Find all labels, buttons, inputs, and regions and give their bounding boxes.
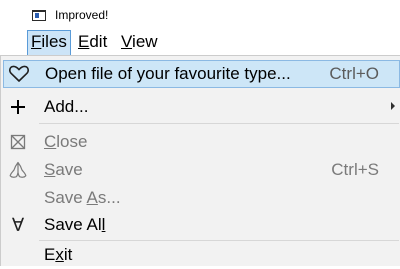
menu-item-save-as[interactable]: Save As...: [1, 184, 400, 212]
menu-files[interactable]: Files: [27, 30, 71, 56]
app-window-icon: [32, 10, 46, 21]
menu-item-open-file[interactable]: Open file of your favourite type... Ctrl…: [3, 60, 400, 88]
menu-files-label-rest: iles: [41, 32, 67, 51]
menu-files-mnemonic: F: [31, 32, 42, 51]
menu-item-save-as-label-post: s...: [97, 188, 121, 207]
menu-view-mnemonic: V: [121, 32, 133, 51]
window-title: Improved!: [55, 8, 109, 22]
submenu-arrow-icon: [391, 102, 395, 110]
menu-item-save-all[interactable]: ∀ Save All: [1, 211, 400, 239]
menu-item-exit[interactable]: Exit: [1, 241, 400, 269]
menu-item-add[interactable]: Add...: [1, 93, 400, 121]
menu-item-exit-mnemonic: x: [55, 245, 64, 264]
menu-item-save-all-mnemonic: l: [101, 215, 106, 234]
for-all-icon: ∀: [11, 215, 25, 235]
plus-icon: [7, 97, 29, 117]
menu-edit[interactable]: Edit: [74, 30, 111, 56]
menu-item-close[interactable]: Close: [1, 128, 400, 156]
menu-item-close-label-post: lose: [56, 132, 88, 151]
menu-item-save-as-mnemonic: A: [86, 188, 98, 207]
menu-item-exit-label-pre: E: [44, 245, 56, 264]
menu-item-save[interactable]: Save Ctrl+S: [1, 156, 400, 184]
app-window: Improved! Files Edit View Open file of y…: [0, 0, 400, 266]
close-box-icon: [7, 132, 29, 152]
menu-item-close-mnemonic: C: [44, 132, 57, 151]
menu-item-exit-label-post: it: [63, 245, 73, 264]
menu-edit-mnemonic: E: [78, 32, 90, 51]
menu-view[interactable]: View: [117, 30, 162, 56]
menu-edit-label-rest: dit: [89, 32, 108, 51]
menu-item-exit-label: Exit: [44, 245, 72, 265]
menu-item-save-label-post: ave: [55, 160, 83, 179]
menu-item-save-as-label-pre: Save: [44, 188, 87, 207]
title-bar: Improved!: [0, 0, 400, 30]
menu-separator: [39, 123, 399, 124]
hands-icon: [7, 160, 29, 180]
menu-item-save-as-label: Save As...: [44, 188, 121, 208]
heart-outline-icon: [8, 64, 30, 84]
menu-item-save-shortcut: Ctrl+S: [331, 160, 379, 179]
files-dropdown-menu: Open file of your favourite type... Ctrl…: [0, 55, 400, 266]
menu-item-open-file-label: Open file of your favourite type...: [45, 64, 291, 83]
menu-item-save-label: Save: [44, 160, 83, 180]
menu-item-save-all-label-pre: Save Al: [44, 215, 102, 234]
menu-item-add-label: Add...: [44, 97, 89, 116]
menu-bar: Files Edit View: [0, 30, 400, 56]
menu-item-save-all-label: Save All: [44, 215, 105, 235]
menu-item-close-label: Close: [44, 132, 87, 152]
menu-item-open-file-shortcut: Ctrl+O: [329, 64, 379, 83]
menu-item-save-mnemonic: S: [44, 160, 56, 179]
menu-view-label-rest: iew: [132, 32, 158, 51]
